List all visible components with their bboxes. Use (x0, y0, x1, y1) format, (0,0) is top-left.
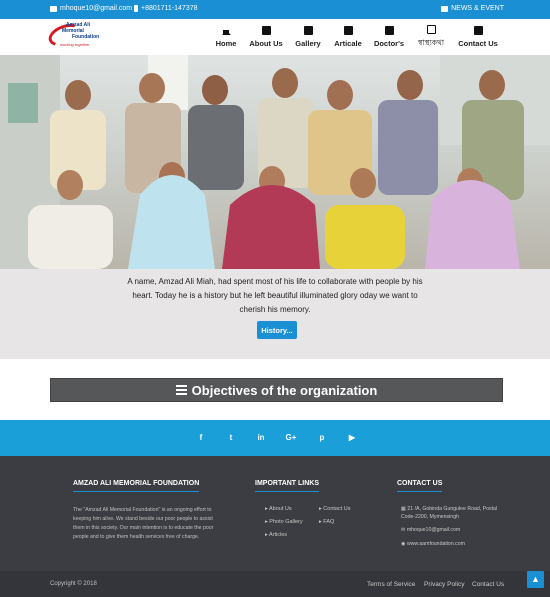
top-phone[interactable]: +8801711-147378 (134, 5, 198, 12)
top-email-text: mhoque10@gmail.com (60, 5, 133, 12)
top-phone-text: +8801711-147378 (141, 5, 198, 12)
linkedin-icon[interactable]: in (255, 432, 267, 444)
intro-text: A name, Amzad Ali Miah, had spent most o… (127, 277, 423, 314)
nav-about-label: About Us (249, 39, 283, 48)
youtube-icon[interactable]: ▶ (346, 432, 358, 444)
footer-about-text: The "Amzad Ali Memorial Foundation" is a… (73, 507, 214, 540)
nav-contact-label: Contact Us (458, 39, 498, 48)
nav-doctors-label: Doctor's (373, 39, 405, 48)
nav-about-us[interactable]: About Us (248, 19, 284, 55)
top-contact-bar: mhoque10@gmail.com +8801711-147378 NEWS … (0, 0, 550, 19)
footer-link-articles-label: Articles (269, 532, 288, 538)
home-icon (221, 26, 231, 35)
building-icon: ▦ (401, 506, 406, 512)
footer-email[interactable]: ✉ mhoque10@gmail.com (401, 526, 460, 534)
news-event-label: NEWS & EVENT (451, 5, 504, 12)
footer-address: ▦ 21 /A, Gobinda Gungulee Road, Postal C… (401, 505, 511, 521)
objectives-title: Objectives of the organization (191, 382, 378, 398)
phone-icon (134, 5, 138, 12)
footer-link-faq[interactable]: ▸ FAQ (319, 519, 334, 525)
history-button[interactable]: History... (257, 321, 297, 339)
footer-link-contact-label: Contact Us (323, 506, 351, 512)
footer-links-title: IMPORTANT LINKS (255, 480, 320, 492)
news-event-link[interactable]: NEWS & EVENT (441, 5, 504, 12)
copyright-text: Copyright © 2018 (50, 581, 97, 587)
scroll-to-top-button[interactable]: ▲ (527, 571, 544, 588)
google-plus-icon[interactable]: G+ (285, 432, 297, 444)
newspaper-icon (441, 5, 449, 12)
nav-contact-us[interactable]: Contact Us (456, 19, 500, 55)
list-icon (175, 385, 187, 395)
nav-doctors[interactable]: Doctor's (372, 19, 406, 55)
footer-link-about[interactable]: ▸ About Us (265, 506, 292, 512)
nav-gallery[interactable]: Gallery (292, 19, 324, 55)
image-icon (303, 26, 313, 35)
envelope-icon (50, 5, 57, 12)
footer-address-text: 21 /A, Gobinda Gungulee Road, Postal Cod… (401, 506, 498, 520)
bottom-bar: Copyright © 2018 Terms of Service Privac… (0, 571, 550, 597)
bottom-contact-link[interactable]: Contact Us (472, 581, 504, 588)
privacy-link[interactable]: Privacy Policy (424, 581, 464, 588)
pinterest-icon[interactable]: p (316, 432, 328, 444)
objectives-banner[interactable]: Objectives of the organization (50, 378, 503, 402)
facebook-icon[interactable]: f (195, 432, 207, 444)
newspaper-icon (426, 24, 436, 34)
footer-email-text: mhoque10@gmail.com (406, 527, 461, 533)
book-icon (343, 26, 353, 35)
site-footer: AMZAD ALI MEMORIAL FOUNDATION The "Amzad… (0, 456, 550, 571)
globe-icon: ◉ (401, 541, 406, 547)
twitter-icon[interactable]: t (225, 432, 237, 444)
group-photo-illustration (0, 55, 550, 269)
footer-link-articles[interactable]: ▸ Articles (265, 532, 287, 538)
intro-section: A name, Amzad Ali Miah, had spent most o… (0, 269, 550, 359)
nav-home-label: Home (215, 39, 237, 48)
footer-about-title: AMZAD ALI MEMORIAL FOUNDATION (73, 480, 200, 492)
logo-line3: Foundation (72, 34, 100, 40)
footer-link-gallery[interactable]: ▸ Photo Gallery (265, 519, 303, 525)
social-bar: f t in G+ p ▶ (0, 420, 550, 456)
hero-group-photo (0, 55, 550, 269)
site-header: Amzad Ali Memorial Foundation working to… (0, 19, 550, 55)
envelope-icon: ✉ (401, 527, 406, 533)
footer-link-about-label: About Us (269, 506, 292, 512)
nav-articale-label: Articale (334, 39, 362, 48)
terms-link[interactable]: Terms of Service (367, 581, 415, 588)
site-logo[interactable]: Amzad Ali Memorial Foundation working to… (45, 19, 118, 53)
footer-link-contact[interactable]: ▸ Contact Us (319, 506, 351, 512)
book-icon (384, 26, 394, 35)
nav-home[interactable]: Home (212, 19, 240, 55)
document-icon (261, 26, 271, 35)
footer-website[interactable]: ◉ www.aamfoundation.com (401, 540, 465, 548)
nav-articale[interactable]: Articale (332, 19, 364, 55)
footer-website-text: www.aamfoundation.com (406, 541, 465, 547)
top-email[interactable]: mhoque10@gmail.com (50, 5, 132, 12)
nav-health-talk-label: স্বাস্থ্যকথা (417, 37, 445, 47)
footer-link-faq-label: FAQ (323, 519, 335, 525)
nav-health-talk[interactable]: স্বাস্থ্যকথা (413, 19, 449, 55)
footer-contact-title: CONTACT US (397, 480, 443, 492)
nav-gallery-label: Gallery (295, 39, 321, 48)
logo-tagline: working together (60, 42, 90, 47)
contact-card-icon (473, 26, 483, 35)
footer-link-gallery-label: Photo Gallery (269, 519, 303, 525)
